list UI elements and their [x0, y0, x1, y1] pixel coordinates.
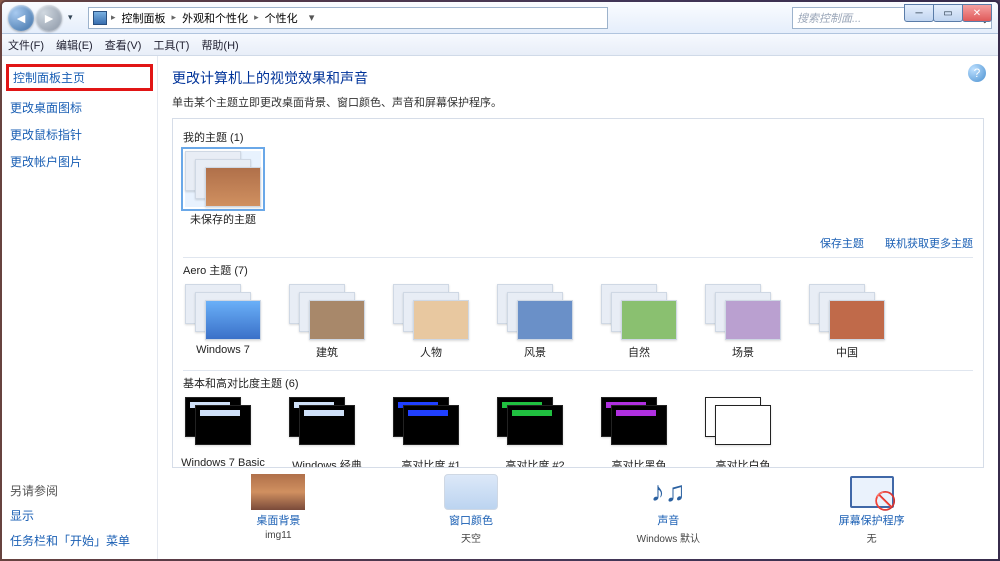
sidebar: 控制面板主页 更改桌面图标 更改鼠标指针 更改帐户图片 另请参阅 显示 任务栏和… — [2, 56, 158, 559]
breadcrumb[interactable]: ▸ 控制面板 ▸ 外观和个性化 ▸ 个性化 ▾ — [88, 7, 608, 29]
theme-aero-6[interactable]: 中国 — [807, 284, 887, 360]
help-button[interactable]: ? — [968, 64, 986, 82]
theme-label: 自然 — [628, 344, 650, 360]
theme-basic-1[interactable]: Windows 经典 — [287, 397, 367, 468]
theme-label: Windows 7 Basic — [181, 457, 265, 468]
sound-icon: ♪♫ — [641, 474, 695, 510]
section-basic-themes: 基本和高对比度主题 (6) — [183, 375, 973, 391]
theme-basic-0[interactable]: Windows 7 Basic — [183, 397, 263, 468]
theme-label: 建筑 — [316, 344, 338, 360]
theme-basic-5[interactable]: 高对比白色 — [703, 397, 783, 468]
breadcrumb-icon — [93, 11, 107, 25]
picker-label: 桌面背景 — [256, 512, 300, 528]
theme-label: 高对比度 #1 — [401, 457, 460, 468]
save-theme-link[interactable]: 保存主题 — [820, 238, 864, 250]
themes-list[interactable]: 我的主题 (1) 未保存的主题 保存主题 联机获取更多主题 Aero 主题 (7… — [172, 118, 984, 468]
sidebar-footer-display[interactable]: 显示 — [10, 507, 149, 524]
picker-desktop-bg[interactable]: 桌面背景 img11 — [251, 474, 305, 541]
theme-label: 未保存的主题 — [190, 211, 256, 227]
nav-bar: ◄ ► ▾ ▸ 控制面板 ▸ 外观和个性化 ▸ 个性化 ▾ 搜索控制面... 🔍 — [2, 2, 998, 34]
maximize-button[interactable]: ▭ — [933, 4, 963, 22]
minimize-button[interactable]: ─ — [904, 4, 934, 22]
breadcrumb-sep: ▸ — [254, 12, 259, 23]
sidebar-item-home[interactable]: 控制面板主页 — [6, 64, 153, 91]
theme-aero-1[interactable]: 建筑 — [287, 284, 367, 360]
sidebar-footer: 另请参阅 显示 任务栏和「开始」菜单 — [10, 482, 149, 549]
theme-basic-2[interactable]: 高对比度 #1 — [391, 397, 471, 468]
theme-aero-4[interactable]: 自然 — [599, 284, 679, 360]
theme-label: 高对比度 #2 — [505, 457, 564, 468]
window-controls: ─ ▭ ✕ — [905, 4, 992, 22]
theme-unsaved[interactable]: 未保存的主题 — [183, 151, 263, 227]
breadcrumb-seg-0[interactable]: 控制面板 — [120, 10, 168, 26]
theme-label: 人物 — [420, 344, 442, 360]
picker-value: img11 — [265, 530, 292, 541]
picker-row: 桌面背景 img11 窗口颜色 天空 ♪♫ 声音 Windows 默认 屏幕保护… — [172, 468, 984, 545]
picker-label: 声音 — [657, 512, 679, 528]
window-color-icon — [444, 474, 498, 510]
more-themes-link[interactable]: 联机获取更多主题 — [885, 238, 973, 250]
theme-label: 高对比黑色 — [612, 457, 667, 468]
theme-aero-5[interactable]: 场景 — [703, 284, 783, 360]
theme-basic-3[interactable]: 高对比度 #2 — [495, 397, 575, 468]
picker-screensaver[interactable]: 屏幕保护程序 无 — [839, 474, 905, 545]
page-title: 更改计算机上的视觉效果和声音 — [172, 68, 984, 88]
theme-label: Windows 7 — [196, 344, 250, 356]
sidebar-footer-heading: 另请参阅 — [10, 482, 149, 499]
picker-value: Windows 默认 — [637, 530, 700, 545]
breadcrumb-seg-1[interactable]: 外观和个性化 — [180, 10, 250, 26]
screensaver-icon — [845, 474, 899, 510]
page-subtitle: 单击某个主题立即更改桌面背景、窗口颜色、声音和屏幕保护程序。 — [172, 94, 984, 110]
theme-label: 中国 — [836, 344, 858, 360]
theme-basic-4[interactable]: 高对比黑色 — [599, 397, 679, 468]
theme-label: 场景 — [732, 344, 754, 360]
close-button[interactable]: ✕ — [962, 4, 992, 22]
picker-value: 天空 — [461, 530, 481, 545]
history-dropdown[interactable]: ▾ — [68, 12, 82, 23]
control-panel-window: ◄ ► ▾ ▸ 控制面板 ▸ 外观和个性化 ▸ 个性化 ▾ 搜索控制面... 🔍… — [2, 2, 998, 559]
sidebar-item-account[interactable]: 更改帐户图片 — [10, 153, 149, 170]
section-my-themes: 我的主题 (1) — [183, 129, 973, 145]
desktop-bg-icon — [251, 474, 305, 510]
sidebar-item-cursor[interactable]: 更改鼠标指针 — [10, 126, 149, 143]
main-content: ? 更改计算机上的视觉效果和声音 单击某个主题立即更改桌面背景、窗口颜色、声音和… — [158, 56, 998, 559]
breadcrumb-sep: ▸ — [172, 12, 177, 23]
sidebar-item-icons[interactable]: 更改桌面图标 — [10, 99, 149, 116]
picker-value: 无 — [867, 530, 877, 545]
back-button[interactable]: ◄ — [8, 5, 34, 31]
theme-label: 风景 — [524, 344, 546, 360]
theme-label: Windows 经典 — [292, 457, 362, 468]
menu-help[interactable]: 帮助(H) — [201, 37, 238, 53]
sidebar-footer-taskbar[interactable]: 任务栏和「开始」菜单 — [10, 532, 149, 549]
breadcrumb-seg-2[interactable]: 个性化 — [263, 10, 300, 26]
nav-arrows: ◄ ► — [8, 5, 62, 31]
theme-aero-2[interactable]: 人物 — [391, 284, 471, 360]
search-placeholder: 搜索控制面... — [797, 10, 861, 26]
theme-aero-3[interactable]: 风景 — [495, 284, 575, 360]
menu-file[interactable]: 文件(F) — [8, 37, 44, 53]
theme-label: 高对比白色 — [716, 457, 771, 468]
picker-label: 窗口颜色 — [449, 512, 493, 528]
picker-sound[interactable]: ♪♫ 声音 Windows 默认 — [637, 474, 700, 545]
picker-window-color[interactable]: 窗口颜色 天空 — [444, 474, 498, 545]
menu-tools[interactable]: 工具(T) — [153, 37, 189, 53]
breadcrumb-sep: ▸ — [111, 12, 116, 23]
picker-label: 屏幕保护程序 — [839, 512, 905, 528]
theme-links: 保存主题 联机获取更多主题 — [183, 235, 973, 251]
menu-view[interactable]: 查看(V) — [105, 37, 142, 53]
menu-edit[interactable]: 编辑(E) — [56, 37, 93, 53]
breadcrumb-dropdown[interactable]: ▾ — [304, 11, 320, 24]
forward-button[interactable]: ► — [36, 5, 62, 31]
menu-bar: 文件(F) 编辑(E) 查看(V) 工具(T) 帮助(H) — [2, 34, 998, 56]
theme-aero-0[interactable]: Windows 7 — [183, 284, 263, 360]
section-aero-themes: Aero 主题 (7) — [183, 262, 973, 278]
